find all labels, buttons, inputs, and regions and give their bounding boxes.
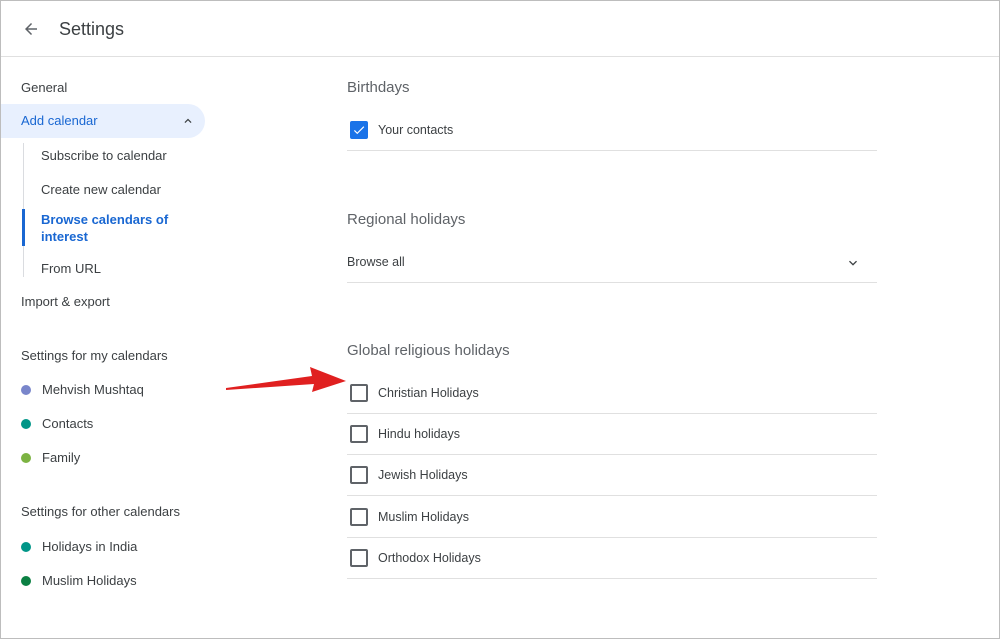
your-contacts-checkbox[interactable] (350, 121, 368, 139)
page-title: Settings (59, 19, 125, 39)
my-calendar-item[interactable]: Family (21, 450, 80, 465)
religious-holidays-heading: Global religious holidays (347, 342, 510, 359)
holiday-checkbox[interactable] (350, 425, 368, 443)
nav-general[interactable]: General (21, 80, 67, 95)
religious-holiday-row[interactable]: Jewish Holidays (347, 455, 877, 496)
calendar-label: Muslim Holidays (42, 573, 137, 588)
subnav-selection-indicator (22, 209, 25, 246)
religious-holiday-row[interactable]: Muslim Holidays (347, 497, 877, 538)
top-bar: Settings (0, 0, 1000, 57)
religious-holiday-row[interactable]: Hindu holidays (347, 414, 877, 455)
nav-from-url[interactable]: From URL (41, 260, 191, 277)
my-calendars-heading: Settings for my calendars (21, 348, 168, 363)
holiday-label: Muslim Holidays (378, 510, 469, 524)
my-calendar-item[interactable]: Contacts (21, 416, 93, 431)
checkmark-icon (353, 126, 365, 135)
other-calendar-item[interactable]: Holidays in India (21, 539, 137, 554)
calendar-color-dot (21, 418, 31, 429)
holiday-checkbox[interactable] (350, 384, 368, 402)
chevron-up-icon[interactable] (181, 114, 195, 133)
holiday-label: Hindu holidays (378, 427, 460, 441)
red-arrow-icon (226, 367, 346, 392)
calendar-label: Mehvish Mushtaq (42, 382, 144, 397)
my-calendar-item[interactable]: Mehvish Mushtaq (21, 382, 144, 397)
regional-holidays-heading: Regional holidays (347, 211, 466, 228)
religious-holiday-row[interactable]: Christian Holidays (347, 373, 877, 414)
back-button[interactable] (18, 16, 44, 42)
your-contacts-label: Your contacts (378, 123, 454, 137)
calendar-color-dot (21, 541, 31, 552)
chevron-down-icon (845, 255, 861, 276)
select-value: Browse all (347, 255, 405, 269)
holiday-label: Jewish Holidays (378, 468, 468, 482)
religious-holiday-row[interactable]: Orthodox Holidays (347, 538, 877, 579)
other-calendar-item[interactable]: Muslim Holidays (21, 573, 137, 588)
holiday-label: Orthodox Holidays (378, 551, 481, 565)
birthday-contacts-row[interactable]: Your contacts (347, 110, 877, 151)
nav-add-calendar-label: Add calendar (21, 113, 98, 128)
regional-holidays-select[interactable]: Browse all (347, 242, 877, 283)
nav-import-export[interactable]: Import & export (21, 294, 110, 309)
other-calendars-heading: Settings for other calendars (21, 504, 180, 519)
nav-subscribe-to-calendar[interactable]: Subscribe to calendar (41, 147, 191, 164)
arrow-back-icon (25, 23, 37, 35)
nav-browse-calendars-of-interest[interactable]: Browse calendars of interest (41, 211, 191, 245)
calendar-color-dot (21, 575, 31, 586)
nav-add-calendar[interactable]: Add calendar (0, 104, 205, 138)
calendar-color-dot (21, 452, 31, 463)
calendar-label: Family (42, 450, 81, 465)
holiday-label: Christian Holidays (378, 386, 479, 400)
calendar-label: Holidays in India (42, 539, 138, 554)
calendar-color-dot (21, 384, 31, 395)
nav-create-new-calendar[interactable]: Create new calendar (41, 181, 191, 198)
birthdays-heading: Birthdays (347, 79, 410, 96)
holiday-checkbox[interactable] (350, 549, 368, 567)
holiday-checkbox[interactable] (350, 508, 368, 526)
holiday-checkbox[interactable] (350, 466, 368, 484)
calendar-label: Contacts (42, 416, 94, 431)
